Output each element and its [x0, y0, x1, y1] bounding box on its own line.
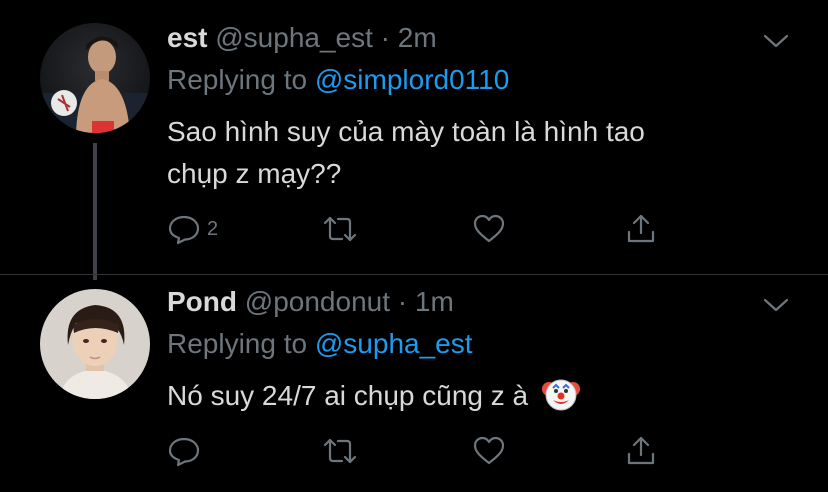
username[interactable]: @supha_est [215, 22, 373, 53]
reply-icon [168, 215, 200, 245]
share-icon [627, 436, 655, 465]
reply-button[interactable] [167, 431, 201, 471]
tweet-est[interactable]: est @supha_est · 2m Replying to @simplor… [0, 0, 828, 280]
avatar-est[interactable] [40, 23, 150, 133]
replying-handle-link[interactable]: @simplord0110 [315, 64, 509, 95]
share-icon [627, 214, 655, 243]
tweet-text-line: Nó suy 24/7 ai chụp cũng z à [167, 380, 529, 411]
clown-emoji [541, 375, 580, 425]
tweet-text: Nó suy 24/7 ai chụp cũng z à [167, 375, 787, 425]
tweet-actions [167, 431, 667, 471]
timestamp[interactable]: 1m [415, 286, 454, 317]
tweet-text-line: Sao hình suy của mày toàn là hình tao [167, 116, 645, 147]
retweet-button[interactable] [322, 431, 358, 471]
tweet-actions: 2 [167, 209, 667, 249]
tweet-pond[interactable]: Pond @pondonut · 1m Replying to @supha_e… [0, 275, 828, 492]
retweet-button[interactable] [322, 209, 358, 249]
chevron-down-icon[interactable] [762, 32, 790, 50]
replying-to: Replying to @simplord0110 [167, 64, 509, 96]
username[interactable]: @pondonut [245, 286, 390, 317]
tweet-header: est @supha_est · 2m [167, 22, 437, 54]
share-button[interactable] [624, 209, 658, 249]
tweet-header: Pond @pondonut · 1m [167, 286, 454, 318]
chevron-down-icon[interactable] [762, 296, 790, 314]
retweet-icon [323, 438, 357, 464]
tweet-text-line: chụp z mạy?? [167, 158, 342, 189]
thread-line [93, 143, 97, 280]
replying-handle-link[interactable]: @supha_est [315, 328, 473, 359]
tweet-text: Sao hình suy của mày toàn là hình tao ch… [167, 111, 787, 195]
replying-to: Replying to @supha_est [167, 328, 473, 360]
timestamp[interactable]: 2m [398, 22, 437, 53]
replying-prefix: Replying to [167, 64, 308, 95]
display-name[interactable]: est [167, 22, 207, 53]
like-button[interactable] [472, 431, 506, 471]
separator-dot: · [380, 22, 390, 53]
reply-count: 2 [207, 217, 219, 240]
display-name[interactable]: Pond [167, 286, 237, 317]
like-icon [473, 214, 505, 243]
share-button[interactable] [624, 431, 658, 471]
replying-prefix: Replying to [167, 328, 308, 359]
retweet-icon [323, 216, 357, 242]
reply-icon [168, 437, 200, 467]
like-button[interactable] [472, 209, 506, 249]
reply-button[interactable]: 2 [167, 209, 218, 249]
separator-dot: · [397, 286, 408, 317]
avatar-pond[interactable] [40, 289, 150, 399]
like-icon [473, 436, 505, 465]
